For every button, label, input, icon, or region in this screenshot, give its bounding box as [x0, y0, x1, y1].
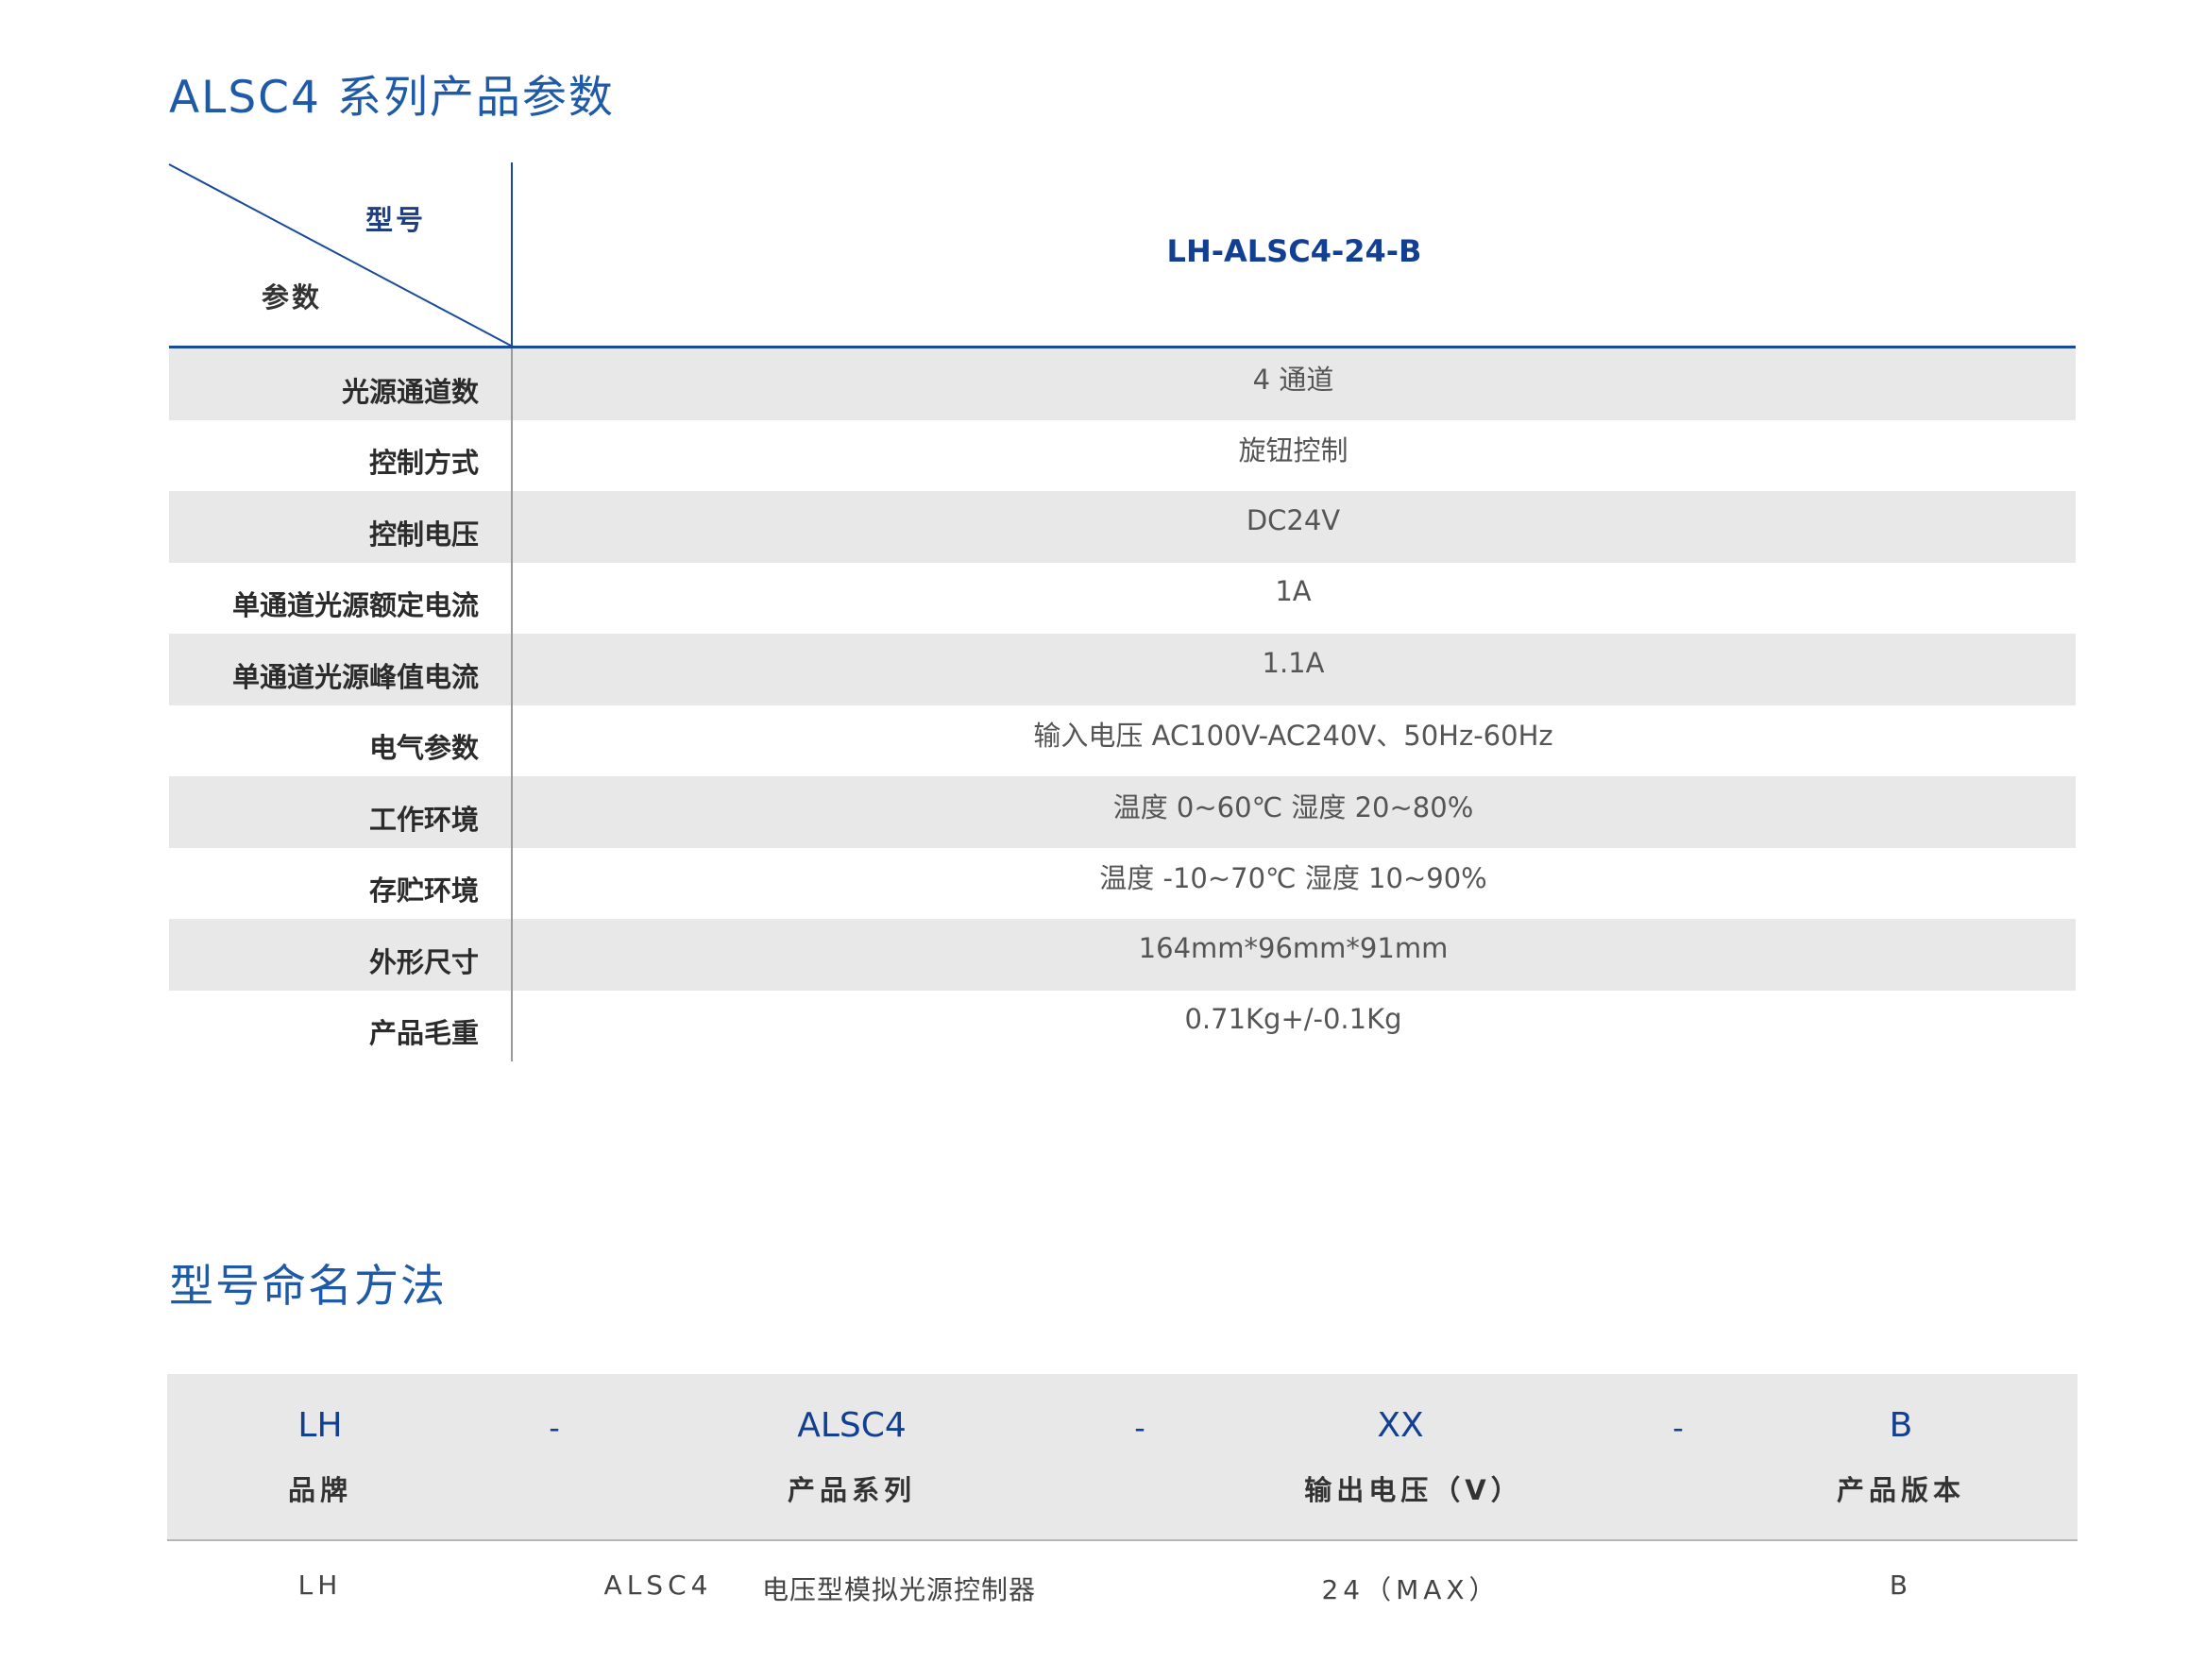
- segment-code-series: ALSC4: [797, 1406, 907, 1445]
- param-name: 单通道光源峰值电流: [231, 660, 479, 693]
- header-model-label: 型号: [365, 204, 427, 236]
- param-name: 控制方式: [368, 447, 479, 480]
- example-series-desc: 电压型模拟光源控制器: [762, 1574, 1037, 1605]
- param-name: 光源通道数: [341, 375, 479, 408]
- segment-code-voltage: XX: [1377, 1406, 1424, 1445]
- segment-desc-voltage: 输出电压（V）: [1304, 1474, 1523, 1506]
- segment-code-brand: LH: [297, 1406, 343, 1445]
- table-row: 产品毛重 0.71Kg+/-0.1Kg: [169, 991, 2076, 1062]
- naming-header: LH 品牌 - ALSC4 产品系列 - XX 输出电压（V） - B 产品版本: [167, 1374, 2078, 1541]
- naming-section-title: 型号命名方法: [169, 1261, 447, 1313]
- example-version: B: [1889, 1570, 1913, 1601]
- param-value: 旋钮控制: [1238, 434, 1348, 467]
- param-value: 温度 -10~70℃ 湿度 10~90%: [1099, 862, 1487, 895]
- param-value: 164mm*96mm*91mm: [1138, 931, 1449, 964]
- param-value: 4 通道: [1252, 363, 1334, 396]
- params-table-header: 型号 参数 LH-ALSC4-24-B: [168, 162, 2076, 348]
- naming-table: LH 品牌 - ALSC4 产品系列 - XX 输出电压（V） - B 产品版本…: [167, 1374, 2078, 1645]
- segment-code-version: B: [1889, 1406, 1913, 1445]
- params-rows: 光源通道数 4 通道 控制方式 旋钮控制 控制电压 DC24V 单通道光源额定电…: [169, 348, 2076, 1061]
- param-value: 0.71Kg+/-0.1Kg: [1184, 1003, 1402, 1036]
- table-row: 工作环境 温度 0~60℃ 湿度 20~80%: [169, 776, 2076, 848]
- param-name: 外形尺寸: [368, 945, 479, 978]
- segment-desc-version: 产品版本: [1836, 1474, 1966, 1506]
- table-row: 存贮环境 温度 -10~70℃ 湿度 10~90%: [169, 848, 2076, 920]
- table-row: 电气参数 输入电压 AC100V-AC240V、50Hz-60Hz: [169, 705, 2076, 777]
- param-name: 单通道光源额定电流: [231, 589, 479, 622]
- segment-separator: -: [1134, 1410, 1145, 1446]
- param-value: 1A: [1275, 575, 1312, 608]
- diagonal-divider-line: [168, 163, 512, 347]
- params-section-title: ALSC4 系列产品参数: [169, 72, 615, 124]
- table-row: 控制电压 DC24V: [169, 491, 2076, 563]
- segment-separator: -: [1672, 1410, 1684, 1446]
- example-voltage: 24（MAX）: [1321, 1574, 1501, 1605]
- table-row: 单通道光源峰值电流 1.1A: [169, 634, 2076, 705]
- param-value: DC24V: [1246, 503, 1341, 536]
- param-value: 输入电压 AC100V-AC240V、50Hz-60Hz: [1033, 720, 1553, 753]
- table-row: 外形尺寸 164mm*96mm*91mm: [169, 919, 2076, 991]
- param-value: 1.1A: [1262, 646, 1325, 679]
- naming-example-row: LH ALSC4 电压型模拟光源控制器 24（MAX） B: [167, 1541, 2078, 1645]
- header-param-label: 参数: [262, 281, 323, 314]
- diagonal-header-cell: 型号 参数: [168, 162, 512, 347]
- params-table: 型号 参数 LH-ALSC4-24-B 光源通道数 4 通道 控制方式 旋钮控制…: [168, 162, 2076, 1061]
- param-name: 电气参数: [368, 732, 479, 765]
- segment-desc-brand: 品牌: [287, 1474, 353, 1506]
- model-name: LH-ALSC4-24-B: [1166, 233, 1422, 269]
- param-name: 存贮环境: [368, 874, 479, 908]
- table-row: 控制方式 旋钮控制: [169, 420, 2076, 492]
- param-name: 工作环境: [368, 803, 479, 836]
- example-series: ALSC4: [603, 1570, 713, 1601]
- param-name: 控制电压: [368, 518, 479, 551]
- example-brand: LH: [297, 1570, 343, 1601]
- segment-desc-series: 产品系列: [787, 1474, 917, 1506]
- table-row: 光源通道数 4 通道: [169, 348, 2076, 420]
- table-row: 单通道光源额定电流 1A: [169, 563, 2076, 635]
- segment-separator: -: [549, 1410, 560, 1446]
- param-value: 温度 0~60℃ 湿度 20~80%: [1112, 790, 1474, 823]
- param-name: 产品毛重: [368, 1017, 479, 1050]
